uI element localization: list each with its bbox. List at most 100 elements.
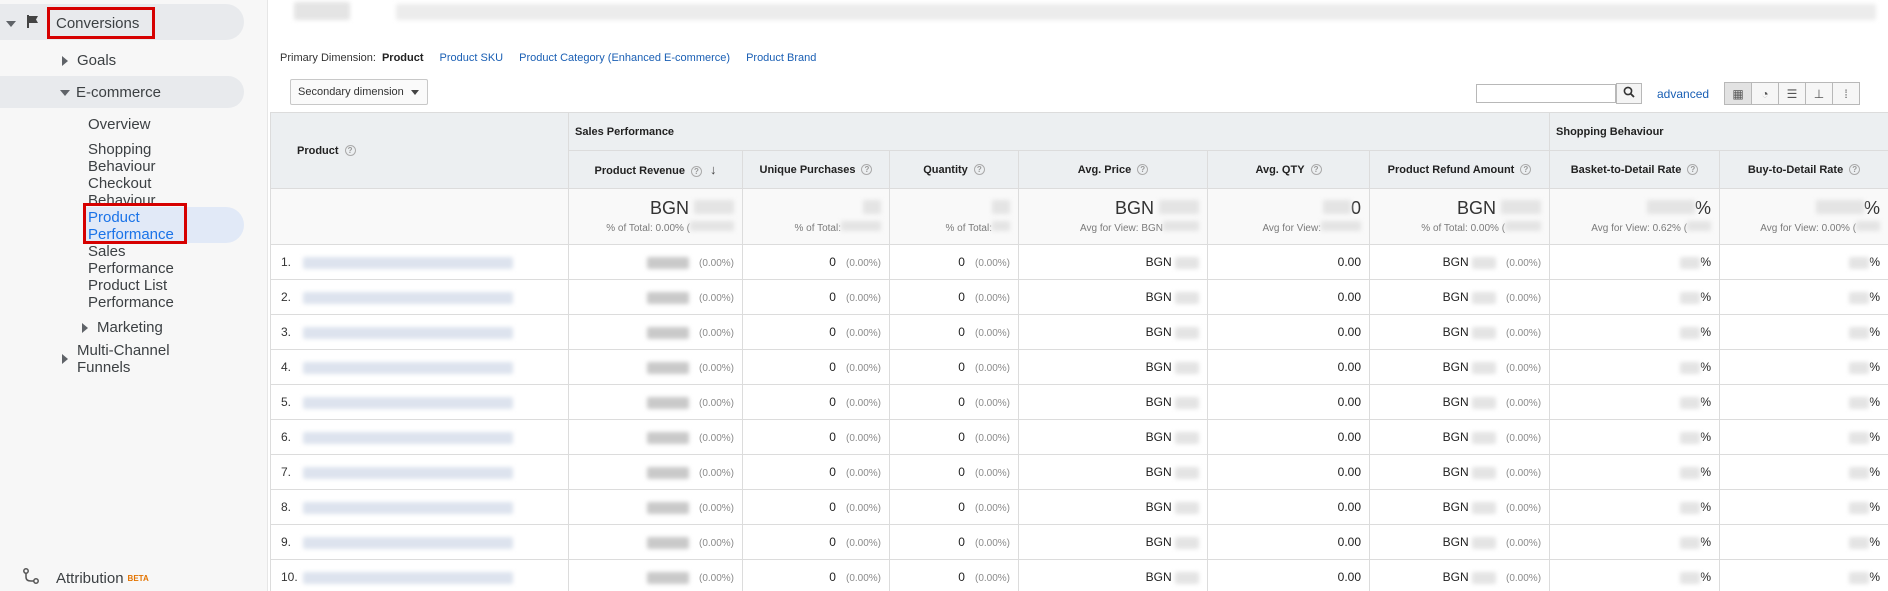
help-icon[interactable]: ?: [1849, 164, 1861, 176]
col-label: Basket-to-Detail Rate: [1570, 163, 1682, 176]
comparison-view-button[interactable]: ⊥: [1805, 82, 1833, 105]
revenue-cell: (0.00%): [568, 419, 743, 455]
percent-of-total: (0.00%): [1506, 258, 1542, 269]
col-avg-qty[interactable]: Avg. QTY?: [1207, 150, 1370, 189]
performance-view-button[interactable]: ☰: [1778, 82, 1806, 105]
dimension-product-sku-link[interactable]: Product SKU: [440, 52, 504, 64]
help-icon[interactable]: ?: [1310, 164, 1322, 176]
help-icon[interactable]: ?: [1137, 164, 1149, 176]
col-label: Product Revenue: [594, 165, 685, 177]
unique-purchases-cell: 0 (0.00%): [742, 314, 890, 350]
percent-of-total: (0.00%): [1506, 538, 1542, 549]
refund-cell: BGN (0.00%): [1368, 489, 1551, 525]
cell-value: BGN: [1145, 290, 1172, 304]
goals-item[interactable]: Goals: [62, 52, 116, 69]
product-name-redacted[interactable]: [303, 536, 513, 549]
pivot-view-button[interactable]: ⁞: [1832, 82, 1860, 105]
cell-value: %: [1700, 430, 1712, 444]
sidebar-item-overview[interactable]: Overview: [88, 116, 151, 133]
sidebar-item-checkout-behaviour[interactable]: Checkout Behaviour: [88, 175, 198, 203]
col-basket-to-detail-rate[interactable]: Basket-to-Detail Rate?: [1549, 150, 1721, 189]
product-name-redacted[interactable]: [303, 501, 513, 514]
table-row: 3. (0.00%) 0 (0.00%) 0 (0.00%) BGN 0.00 BG…: [270, 314, 1888, 350]
attribution-item[interactable]: Attribution BETA: [22, 568, 149, 588]
product-cell[interactable]: 4.: [270, 349, 569, 385]
cell-value: %: [1869, 430, 1881, 444]
comparison-icon: ⊥: [1813, 86, 1825, 101]
ecommerce-item[interactable]: E-commerce: [60, 84, 161, 101]
pie-view-button[interactable]: ◔: [1751, 82, 1779, 105]
help-icon[interactable]: ?: [344, 145, 356, 157]
product-cell[interactable]: 9.: [270, 524, 569, 560]
table-row: 1. (0.00%) 0 (0.00%) 0 (0.00%) BGN 0.00 BG…: [270, 244, 1888, 280]
percent-of-total: (0.00%): [845, 573, 881, 584]
col-avg-price[interactable]: Avg. Price?: [1018, 150, 1208, 189]
multichannel-item[interactable]: Multi-Channel Funnels: [62, 342, 187, 376]
dimension-product-category-link[interactable]: Product Category (Enhanced E-commerce): [519, 52, 730, 64]
help-icon[interactable]: ?: [1520, 164, 1532, 176]
percent-of-total: (0.00%): [1506, 503, 1542, 514]
cell-value: 0: [829, 535, 836, 549]
marketing-item[interactable]: Marketing: [82, 319, 163, 336]
cell-value: 0: [958, 500, 965, 514]
sidebar-item-sales-performance[interactable]: Sales Performance: [88, 243, 198, 277]
goals-label: Goals: [77, 52, 117, 69]
advanced-filter-link[interactable]: advanced: [1657, 87, 1709, 101]
total-sub: % of Total: 0.00% (: [606, 223, 690, 234]
product-column-header[interactable]: Product?: [270, 112, 569, 189]
primary-dimension-label: Primary Dimension:: [280, 52, 376, 64]
percent-of-total: (0.00%): [698, 258, 734, 269]
col-buy-to-detail-rate[interactable]: Buy-to-Detail Rate?: [1719, 150, 1888, 189]
product-cell[interactable]: 7.: [270, 454, 569, 490]
cell-value: BGN: [1145, 500, 1172, 514]
product-cell[interactable]: 8.: [270, 489, 569, 525]
product-cell[interactable]: 10.: [270, 559, 569, 591]
col-product-revenue[interactable]: Product Revenue? ↓: [568, 150, 743, 189]
table-search-input[interactable]: [1476, 84, 1616, 103]
search-button[interactable]: [1616, 83, 1642, 104]
cell-value: BGN: [1145, 325, 1172, 339]
product-name-redacted[interactable]: [303, 396, 513, 409]
product-name-redacted[interactable]: [303, 291, 513, 304]
quantity-cell: 0 (0.00%): [889, 524, 1019, 560]
help-icon[interactable]: ?: [1687, 164, 1699, 176]
col-product-refund-amount[interactable]: Product Refund Amount?: [1368, 150, 1551, 189]
table-view-button[interactable]: ▦: [1724, 82, 1752, 105]
help-icon[interactable]: ?: [861, 164, 873, 176]
dimension-product-brand-link[interactable]: Product Brand: [746, 52, 816, 64]
product-cell[interactable]: 6.: [270, 419, 569, 455]
sidebar-item-product-list-performance[interactable]: Product List Performance: [88, 277, 198, 311]
product-name-redacted[interactable]: [303, 466, 513, 479]
percent-of-total: (0.00%): [845, 293, 881, 304]
product-name-redacted[interactable]: [303, 431, 513, 444]
unique-purchases-cell: 0 (0.00%): [742, 419, 890, 455]
product-header-label: Product: [297, 144, 339, 157]
revenue-cell: (0.00%): [568, 244, 743, 280]
cell-value: 0: [829, 465, 836, 479]
totals-row: BGN % of Total: 0.00% ( % of Total: % of…: [270, 188, 1888, 245]
cell-value: BGN: [1145, 535, 1172, 549]
expand-arrow-icon: [62, 55, 68, 66]
product-name-redacted[interactable]: [303, 326, 513, 339]
product-name-redacted[interactable]: [303, 361, 513, 374]
grid-icon: ▦: [1732, 86, 1744, 101]
product-cell[interactable]: 5.: [270, 384, 569, 420]
product-cell[interactable]: 3.: [270, 314, 569, 350]
col-unique-purchases[interactable]: Unique Purchases?: [742, 150, 890, 189]
avg-qty-cell: 0.00: [1207, 524, 1370, 560]
product-cell[interactable]: 2.: [270, 279, 569, 315]
product-name-redacted[interactable]: [303, 256, 513, 269]
product-name-redacted[interactable]: [303, 571, 513, 584]
help-icon[interactable]: ?: [973, 164, 985, 176]
sidebar-item-shopping-behaviour[interactable]: Shopping Behaviour: [88, 141, 198, 175]
table-row: 2. (0.00%) 0 (0.00%) 0 (0.00%) BGN 0.00 BG…: [270, 279, 1888, 315]
col-quantity[interactable]: Quantity?: [889, 150, 1019, 189]
percent-of-total: (0.00%): [974, 363, 1010, 374]
product-cell[interactable]: 1.: [270, 244, 569, 280]
unique-purchases-cell: 0 (0.00%): [742, 244, 890, 280]
help-icon[interactable]: ?: [690, 165, 702, 177]
cell-value: 0: [829, 255, 836, 269]
cell-value: %: [1869, 395, 1881, 409]
quantity-cell: 0 (0.00%): [889, 559, 1019, 591]
secondary-dimension-dropdown[interactable]: Secondary dimension: [290, 79, 428, 105]
